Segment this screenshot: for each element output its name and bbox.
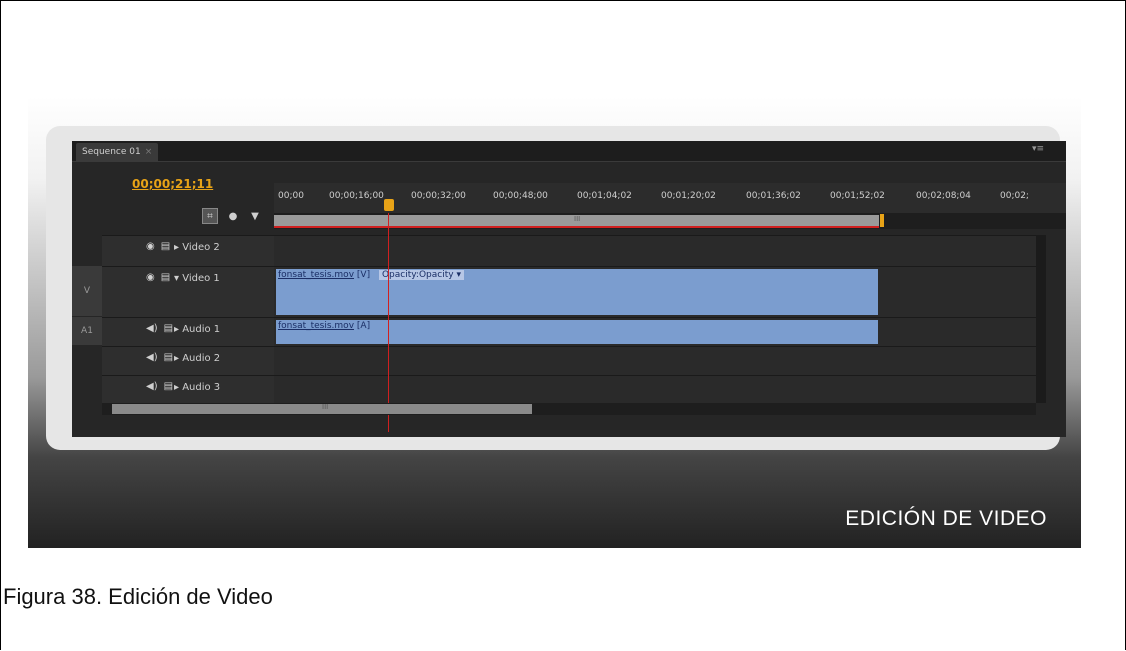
track-header: ◀) ▤ ▸ Audio 3 xyxy=(102,376,274,404)
ruler-tick: 00;02;08;04 xyxy=(916,191,971,201)
ruler-tick: 00;00;48;00 xyxy=(493,191,548,201)
clip-name: fonsat_tesis.mov xyxy=(278,321,355,331)
track-header: ◉ ▤ ▸ Video 2 xyxy=(102,236,274,266)
clip-suffix: [A] xyxy=(356,321,371,331)
lock-icon[interactable]: ▤ xyxy=(164,381,173,392)
tab-label: Sequence 01 xyxy=(82,147,141,157)
ruler-tick: 00;01;04;02 xyxy=(577,191,632,201)
grip-icon: III xyxy=(322,403,329,411)
track-audio-2: ◀) ▤ ▸ Audio 2 xyxy=(102,346,1036,375)
track-video-1: ◉ ▤ ▾ Video 1 fonsat_tesis.mov [V] Opacit… xyxy=(102,266,1036,317)
track-label: ▸ Audio 2 xyxy=(174,353,221,364)
add-marker-icon[interactable]: ▼ xyxy=(248,209,262,223)
eye-icon[interactable]: ◉ xyxy=(146,241,155,252)
close-icon[interactable]: × xyxy=(145,147,153,157)
track-label: ▸ Audio 1 xyxy=(174,324,221,335)
tab-sequence-01[interactable]: Sequence 01 × xyxy=(76,143,159,161)
track-toggles: ◀) ▤ xyxy=(146,381,173,392)
clip-name: fonsat_tesis.mov xyxy=(278,270,355,280)
clip-suffix: [V] xyxy=(356,270,371,280)
snap-icon[interactable]: ⌗ xyxy=(202,208,218,224)
audio-clip[interactable]: fonsat_tesis.mov [A] xyxy=(276,320,878,344)
figure-image: Sequence 01 × ▾≡ 00;00;21;11 ⌗ ● ▼ 00;00 … xyxy=(28,97,1081,548)
panel-menu-icon[interactable]: ▾≡ xyxy=(1032,144,1044,154)
video-clip[interactable]: fonsat_tesis.mov [V] Opacity:Opacity ▾ xyxy=(276,269,878,315)
marker-icon[interactable]: ● xyxy=(226,209,240,223)
ruler-tick: 00;00;16;00 xyxy=(329,191,384,201)
lock-icon[interactable]: ▤ xyxy=(161,272,170,283)
ruler-tick: 00;01;36;02 xyxy=(746,191,801,201)
track-toggles: ◀) ▤ xyxy=(146,352,173,363)
speaker-icon[interactable]: ◀) xyxy=(146,323,158,334)
playhead-line xyxy=(388,213,389,432)
track-toggles: ◉ ▤ xyxy=(146,272,170,283)
audio-vertical-scrollbar[interactable] xyxy=(1036,317,1046,403)
track-label: ▸ Audio 3 xyxy=(174,382,221,393)
track-audio-1: ◀) ▤ ▸ Audio 1 fonsat_tesis.mov [A] xyxy=(102,317,1036,346)
speaker-icon[interactable]: ◀) xyxy=(146,352,158,363)
grip-icon: III xyxy=(574,215,581,223)
work-area: III xyxy=(274,213,1066,229)
track-video-2: ◉ ▤ ▸ Video 2 xyxy=(102,235,1036,266)
timecode-display[interactable]: 00;00;21;11 xyxy=(132,177,213,191)
playhead-handle[interactable] xyxy=(384,199,394,211)
clip-label: fonsat_tesis.mov [V] Opacity:Opacity ▾ xyxy=(278,270,464,280)
track-audio-3: ◀) ▤ ▸ Audio 3 xyxy=(102,375,1036,404)
ruler-tick: 00;01;20;02 xyxy=(661,191,716,201)
panel-tab-strip: Sequence 01 × ▾≡ xyxy=(72,141,1066,162)
timeline-tools: ⌗ ● ▼ xyxy=(202,208,262,224)
overlay-title: EDICIÓN DE VIDEO xyxy=(845,507,1047,530)
work-area-end-handle[interactable] xyxy=(880,214,884,227)
eye-icon[interactable]: ◉ xyxy=(146,272,155,283)
work-area-bar[interactable]: III xyxy=(274,214,884,228)
ruler-tick: 00;00 xyxy=(278,191,304,201)
track-header: ◉ ▤ ▾ Video 1 xyxy=(102,267,274,317)
clip-label: fonsat_tesis.mov [A] xyxy=(278,321,370,331)
lock-icon[interactable]: ▤ xyxy=(164,352,173,363)
source-patch-a1[interactable]: A1 xyxy=(72,317,102,345)
scrollbar-thumb[interactable]: III xyxy=(112,403,532,414)
opacity-dropdown[interactable]: Opacity:Opacity ▾ xyxy=(378,270,464,280)
track-toggles: ◀) ▤ xyxy=(146,323,173,334)
timeline-panel: Sequence 01 × ▾≡ 00;00;21;11 ⌗ ● ▼ 00;00 … xyxy=(72,141,1066,437)
ruler-tick: 00;01;52;02 xyxy=(830,191,885,201)
lock-icon[interactable]: ▤ xyxy=(164,323,173,334)
track-toggles: ◉ ▤ xyxy=(146,241,170,252)
source-patch-v[interactable]: V xyxy=(72,266,102,316)
ruler-tick: 00;02; xyxy=(1000,191,1029,201)
speaker-icon[interactable]: ◀) xyxy=(146,381,158,392)
lock-icon[interactable]: ▤ xyxy=(161,241,170,252)
ruler-tick: 00;00;32;00 xyxy=(411,191,466,201)
track-label: ▾ Video 1 xyxy=(174,273,220,284)
video-vertical-scrollbar[interactable] xyxy=(1036,235,1046,317)
track-header: ◀) ▤ ▸ Audio 2 xyxy=(102,347,274,375)
horizontal-scrollbar[interactable]: III xyxy=(102,403,1036,415)
figure-caption: Figura 38. Edición de Video xyxy=(3,584,273,609)
track-header: ◀) ▤ ▸ Audio 1 xyxy=(102,318,274,346)
track-label: ▸ Video 2 xyxy=(174,242,220,253)
